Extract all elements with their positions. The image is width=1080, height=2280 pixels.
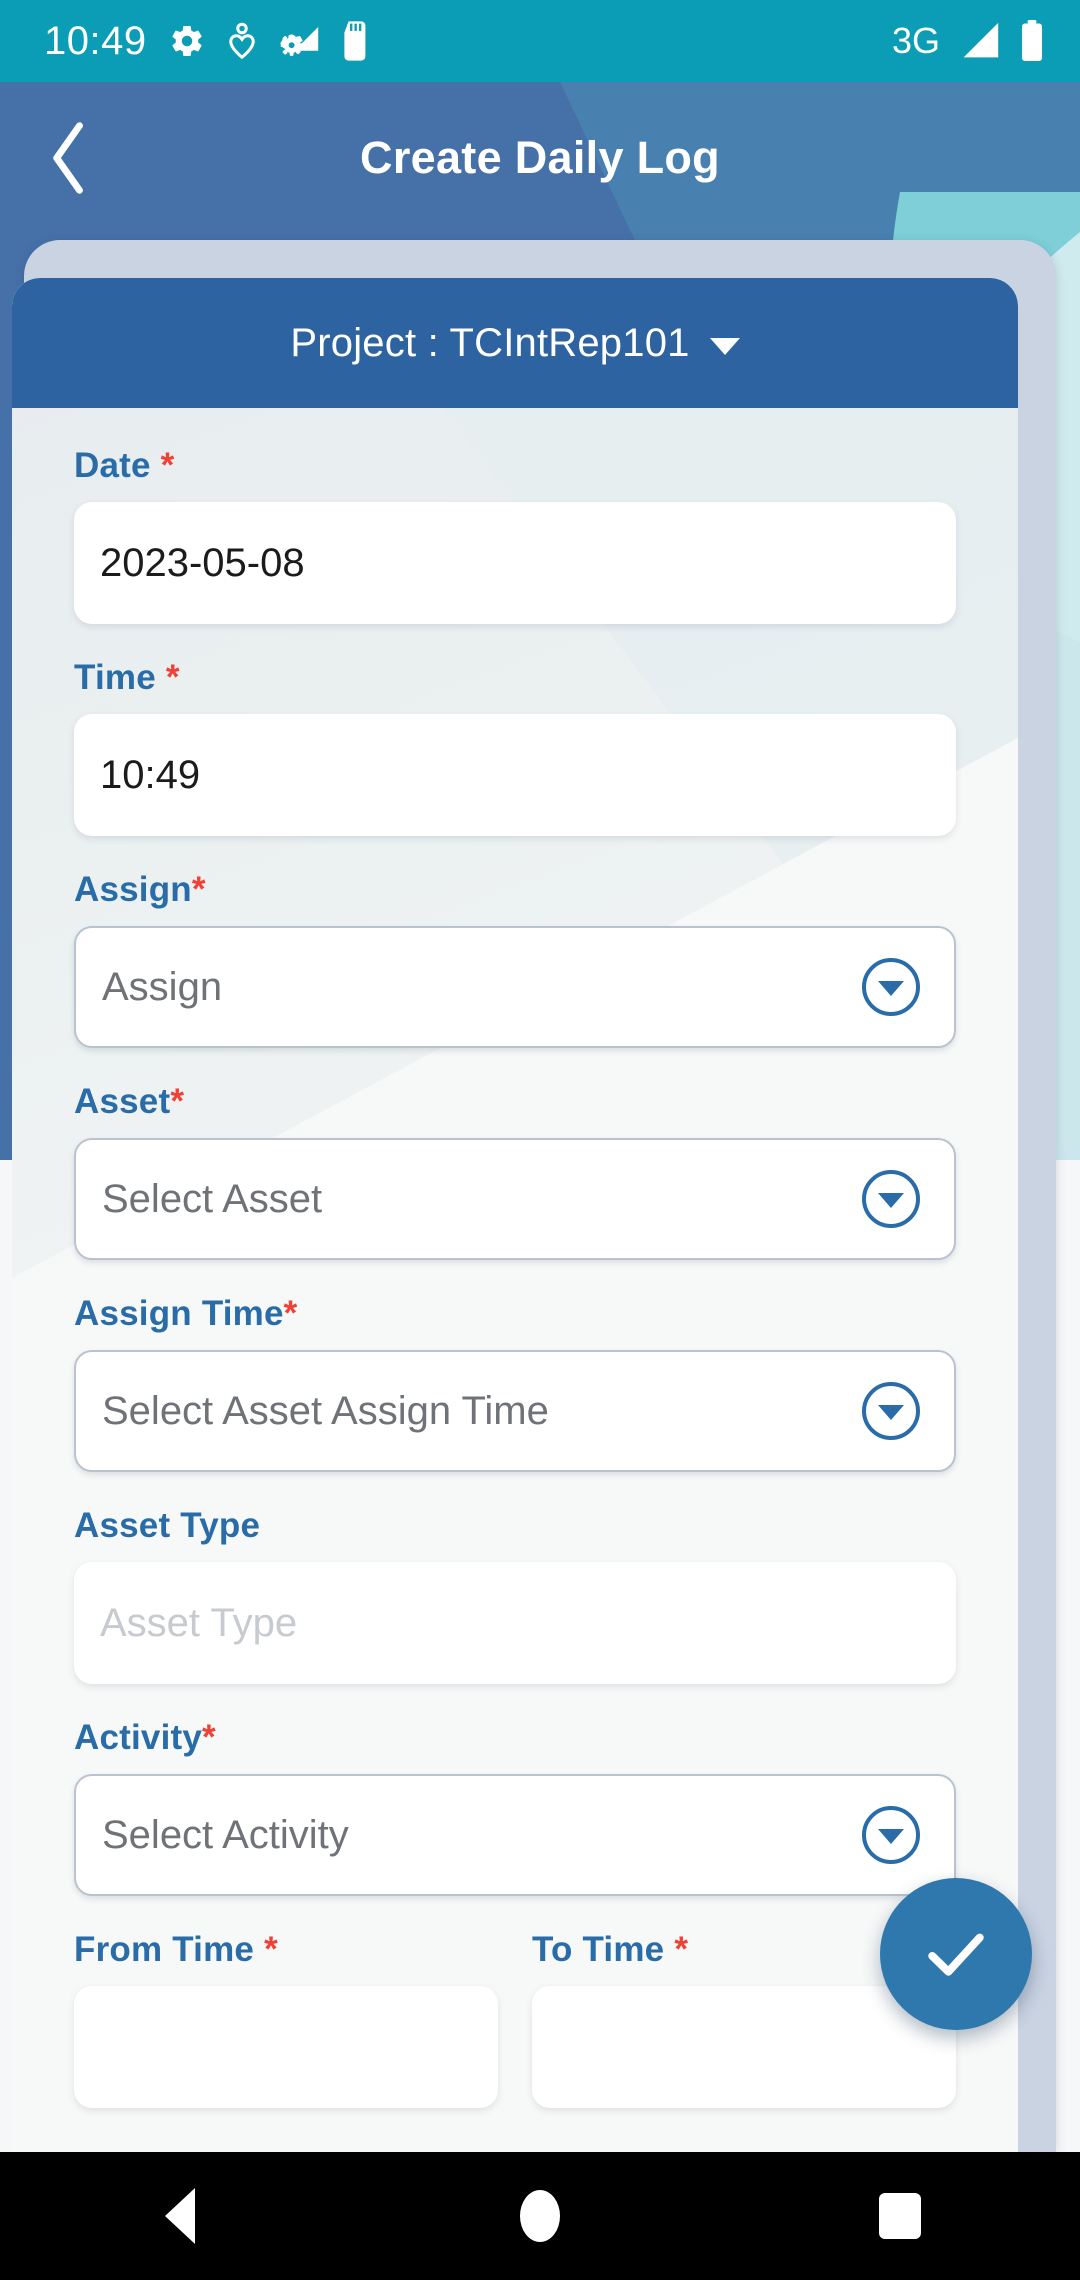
required-marker: * — [283, 1294, 298, 1333]
chevron-left-icon — [53, 122, 83, 194]
asset-type-placeholder: Asset Type — [100, 1600, 298, 1645]
date-value: 2023-05-08 — [100, 540, 305, 585]
nav-back-button[interactable] — [90, 2152, 270, 2280]
required-marker: * — [160, 446, 175, 485]
date-input[interactable]: 2023-05-08 — [74, 502, 956, 624]
sd-card-icon — [343, 21, 371, 61]
assign-placeholder: Assign — [102, 964, 223, 1009]
label-asset-type: Asset Type — [74, 1506, 261, 1545]
label-date: Date * — [74, 446, 175, 485]
required-marker: * — [191, 870, 206, 909]
chevron-down-icon[interactable] — [862, 958, 920, 1016]
field-date: Date * 2023-05-08 — [12, 446, 1018, 624]
required-marker: * — [202, 1718, 216, 1757]
time-value: 10:49 — [100, 752, 201, 797]
android-nav-bar — [0, 2152, 1080, 2280]
label-activity: Activity* — [74, 1718, 216, 1757]
signal-icon — [958, 21, 1002, 61]
heart-location-icon — [227, 22, 257, 60]
field-assign-time: Assign Time* Select Asset Assign Time — [12, 1294, 1018, 1472]
label-time: Time * — [74, 658, 180, 697]
field-time: Time * 10:49 — [12, 658, 1018, 836]
asset-placeholder: Select Asset — [102, 1176, 323, 1221]
project-selector[interactable]: Project : TCIntRep101 — [12, 278, 1018, 408]
page-title: Create Daily Log — [360, 132, 720, 183]
chevron-down-icon[interactable] — [862, 1170, 920, 1228]
project-label: Project : TCIntRep101 — [290, 320, 690, 365]
assign-time-select[interactable]: Select Asset Assign Time — [74, 1350, 956, 1472]
field-asset: Asset* Select Asset — [12, 1082, 1018, 1260]
chevron-down-icon[interactable] — [862, 1382, 920, 1440]
caret-down-icon — [709, 337, 740, 355]
app-screen: 10:49 3G Create Daily Log Project: TCIn… — [0, 0, 1080, 2280]
battery-icon — [1020, 20, 1044, 62]
daily-log-form: Date * 2023-05-08 Time * 10:49 Assign* Ass… — [12, 408, 1018, 2152]
field-asset-type: Asset Type Asset Type — [12, 1506, 1018, 1684]
back-triangle-icon — [165, 2188, 195, 2244]
field-activity: Activity* Select Activity — [12, 1718, 1018, 1896]
status-bar: 10:49 3G — [0, 0, 1080, 82]
required-marker: * — [264, 1930, 278, 1969]
submit-fab[interactable] — [880, 1878, 1032, 2030]
form-card: Project : TCIntRep101 Date * 2023-05-08 T… — [12, 278, 1018, 2152]
wifi-settings-icon — [279, 22, 321, 60]
activity-select[interactable]: Select Activity — [74, 1774, 956, 1896]
recents-square-icon — [879, 2193, 921, 2239]
from-time-input[interactable] — [74, 1986, 498, 2108]
status-bar-left: 10:49 — [0, 21, 371, 61]
label-asset: Asset* — [74, 1082, 185, 1121]
status-bar-right: 3G — [892, 20, 1080, 62]
field-from-time: From Time * — [74, 1930, 498, 2108]
label-from-time: From Time * — [74, 1930, 278, 1969]
chevron-down-icon[interactable] — [862, 1806, 920, 1864]
asset-type-input[interactable]: Asset Type — [74, 1562, 956, 1684]
required-marker: * — [674, 1930, 689, 1969]
asset-select[interactable]: Select Asset — [74, 1138, 956, 1260]
network-type-label: 3G — [891, 20, 940, 61]
back-button[interactable] — [22, 110, 118, 206]
to-time-input[interactable] — [532, 1986, 956, 2108]
label-assign-time: Assign Time* — [74, 1294, 298, 1333]
label-assign: Assign* — [74, 870, 206, 909]
home-circle-icon — [520, 2190, 560, 2242]
status-bar-clock: 10:49 — [44, 19, 147, 63]
time-input[interactable]: 10:49 — [74, 714, 956, 836]
activity-placeholder: Select Activity — [102, 1812, 349, 1857]
time-range-row: From Time * To Time * — [12, 1930, 1018, 2108]
nav-recents-button[interactable] — [810, 2152, 990, 2280]
required-marker: * — [165, 658, 180, 697]
app-bar: Create Daily Log — [0, 82, 1080, 234]
gear-icon — [169, 23, 205, 59]
assign-time-placeholder: Select Asset Assign Time — [102, 1388, 549, 1433]
required-marker: * — [170, 1082, 185, 1121]
field-assign: Assign* Assign — [12, 870, 1018, 1048]
nav-home-button[interactable] — [450, 2152, 630, 2280]
check-icon — [928, 1933, 984, 1976]
assign-select[interactable]: Assign — [74, 926, 956, 1048]
